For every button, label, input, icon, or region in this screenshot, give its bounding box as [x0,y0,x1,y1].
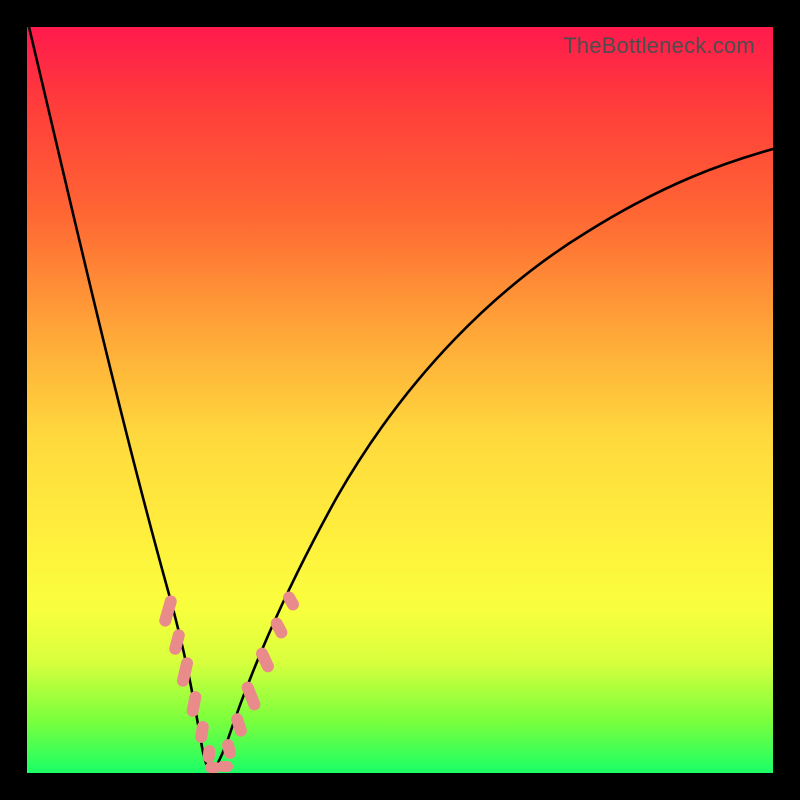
bottleneck-curve [29,27,773,771]
spot-trough [205,761,233,773]
chart-frame: TheBottleneck.com [0,0,800,800]
spot-cluster-left [158,594,216,764]
plot-area: TheBottleneck.com [27,27,773,773]
bottleneck-curve-svg [27,27,773,773]
spot-cluster-right [221,589,301,760]
